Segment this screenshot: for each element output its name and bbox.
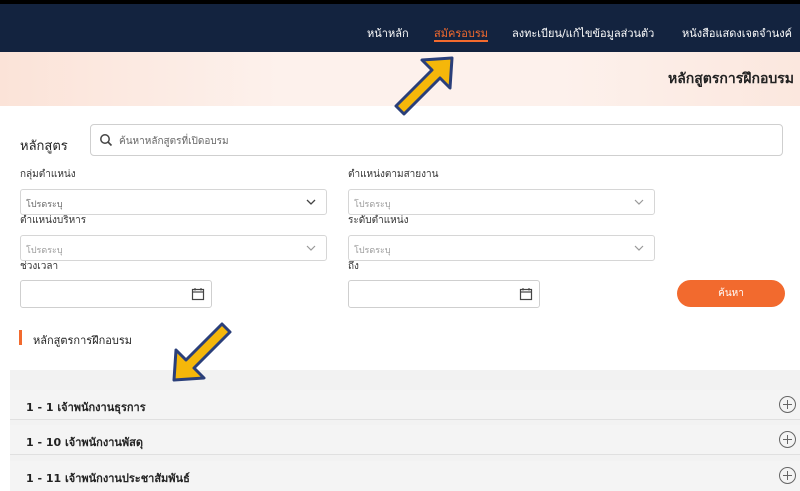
course-title: 1 - 11 เจ้าพนักงานประชาสัมพันธ์ — [26, 472, 190, 485]
search-input[interactable]: ค้นหาหลักสูตรที่เปิดอบรม — [90, 124, 783, 156]
expand-plus-icon[interactable] — [779, 431, 796, 448]
end-date-input[interactable] — [348, 280, 540, 308]
start-date-input[interactable] — [20, 280, 212, 308]
group-label: กลุ่มตำแหน่ง — [20, 169, 76, 180]
page-title: หลักสูตรการฝึกอบรม — [667, 71, 794, 87]
chevron-down-icon — [634, 199, 644, 205]
level-label: ระดับตำแหน่ง — [348, 215, 409, 226]
nav-register[interactable]: ลงทะเบียน/แก้ไขข้อมูลส่วนตัว — [512, 24, 654, 42]
course-row[interactable]: 1 - 1 เจ้าพนักงานธุรการ — [10, 390, 800, 420]
nav-intent-letter[interactable]: หนังสือแสดงเจตจำนงค์ — [682, 24, 792, 42]
search-placeholder: ค้นหาหลักสูตรที่เปิดอบรม — [119, 136, 229, 147]
to-label: ถึง — [348, 261, 359, 272]
chevron-down-icon — [634, 245, 644, 251]
line-label: ตำแหน่งตามสายงาน — [348, 169, 439, 180]
course-row[interactable]: 1 - 11 เจ้าพนักงานประชาสัมพันธ์ — [10, 461, 800, 491]
annotation-arrow-icon — [172, 322, 232, 382]
admin-label: ตำแหน่งบริหาร — [20, 215, 87, 226]
section-accent-bar — [19, 330, 22, 345]
search-button[interactable]: ค้นหา — [677, 280, 785, 307]
expand-plus-icon[interactable] — [779, 467, 796, 484]
search-icon — [100, 134, 113, 147]
period-label: ช่วงเวลา — [20, 261, 59, 272]
chevron-down-icon — [306, 199, 316, 205]
calendar-icon — [191, 288, 205, 301]
course-row[interactable]: 1 - 10 เจ้าพนักงานพัสดุ — [10, 425, 800, 455]
nav-home[interactable]: หน้าหลัก — [367, 24, 409, 42]
top-navbar: หน้าหลัก สมัครอบรม ลงทะเบียน/แก้ไขข้อมูล… — [0, 0, 800, 52]
course-label: หลักสูตร — [20, 139, 68, 154]
active-tab-underline — [434, 40, 488, 42]
line-select[interactable]: โปรดระบุ — [348, 189, 655, 215]
section-title: หลักสูตรการฝึกอบรม — [33, 334, 133, 347]
course-title: 1 - 10 เจ้าพนักงานพัสดุ — [26, 436, 144, 449]
admin-select[interactable]: โปรดระบุ — [20, 235, 327, 261]
chevron-down-icon — [306, 245, 316, 251]
expand-plus-icon[interactable] — [779, 396, 796, 413]
level-select[interactable]: โปรดระบุ — [348, 235, 655, 261]
course-title: 1 - 1 เจ้าพนักงานธุรการ — [26, 401, 146, 414]
group-select[interactable]: โปรดระบุ — [20, 189, 327, 215]
annotation-arrow-icon — [394, 56, 454, 116]
calendar-icon — [519, 288, 533, 301]
